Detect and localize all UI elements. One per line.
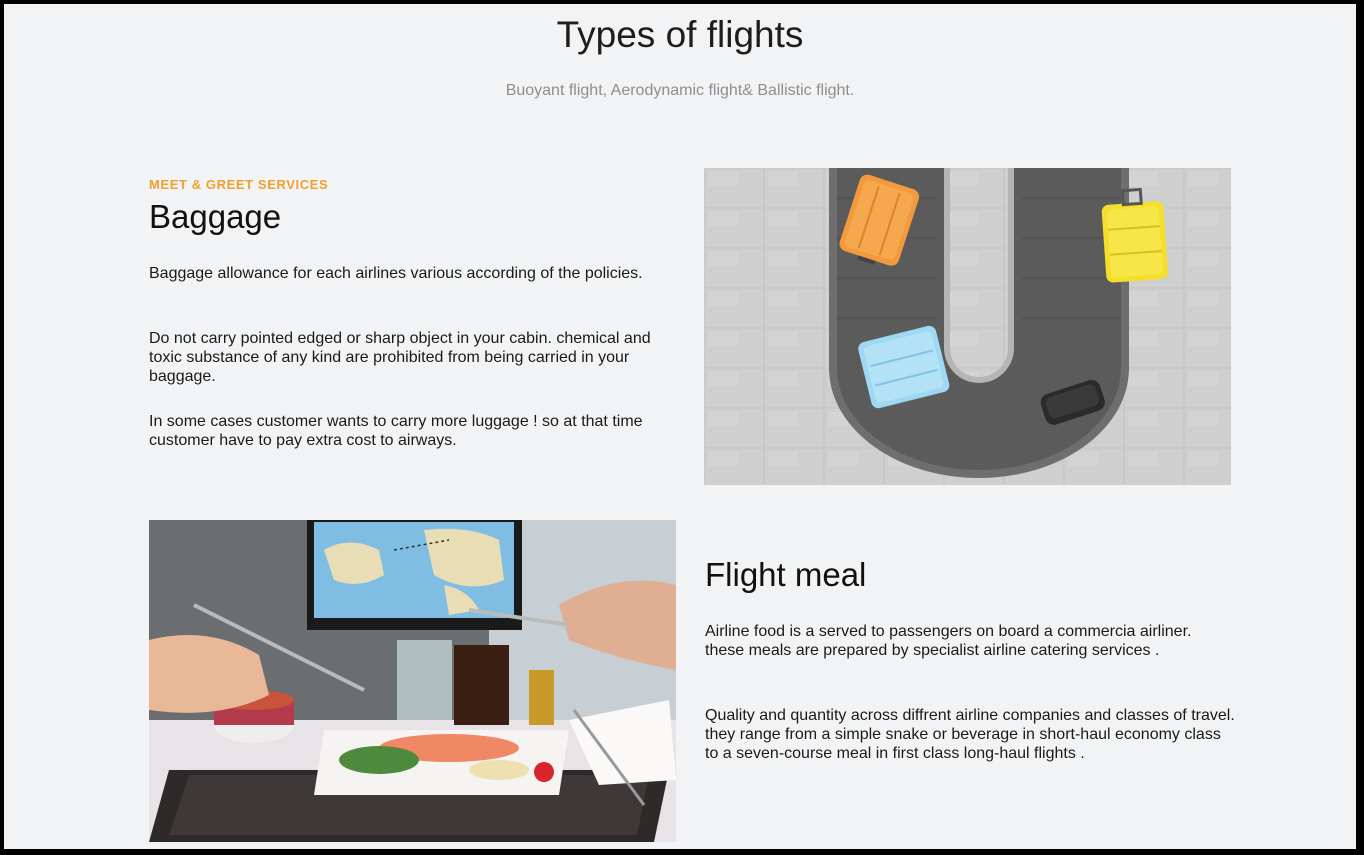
meal-paragraph-2: Quality and quantity across diffrent air… — [705, 707, 1235, 762]
baggage-carousel-image — [704, 168, 1231, 485]
section-eyebrow: MEET & GREET SERVICES — [149, 177, 329, 192]
baggage-paragraph-1: Baggage allowance for each airlines vari… — [149, 265, 643, 282]
baggage-paragraph-2: Do not carry pointed edged or sharp obje… — [149, 330, 651, 385]
page-frame: Types of flights Buoyant flight, Aerodyn… — [4, 4, 1356, 849]
page-title: Types of flights — [556, 14, 804, 55]
meal-paragraph-1: Airline food is a served to passengers o… — [705, 623, 1192, 659]
flight-meal-image — [149, 520, 676, 842]
page-subtitle: Buoyant flight, Aerodynamic flight& Ball… — [505, 82, 855, 99]
baggage-paragraph-3: In some cases customer wants to carry mo… — [149, 413, 643, 449]
baggage-title: Baggage — [149, 198, 282, 235]
flight-meal-title: Flight meal — [705, 556, 867, 593]
